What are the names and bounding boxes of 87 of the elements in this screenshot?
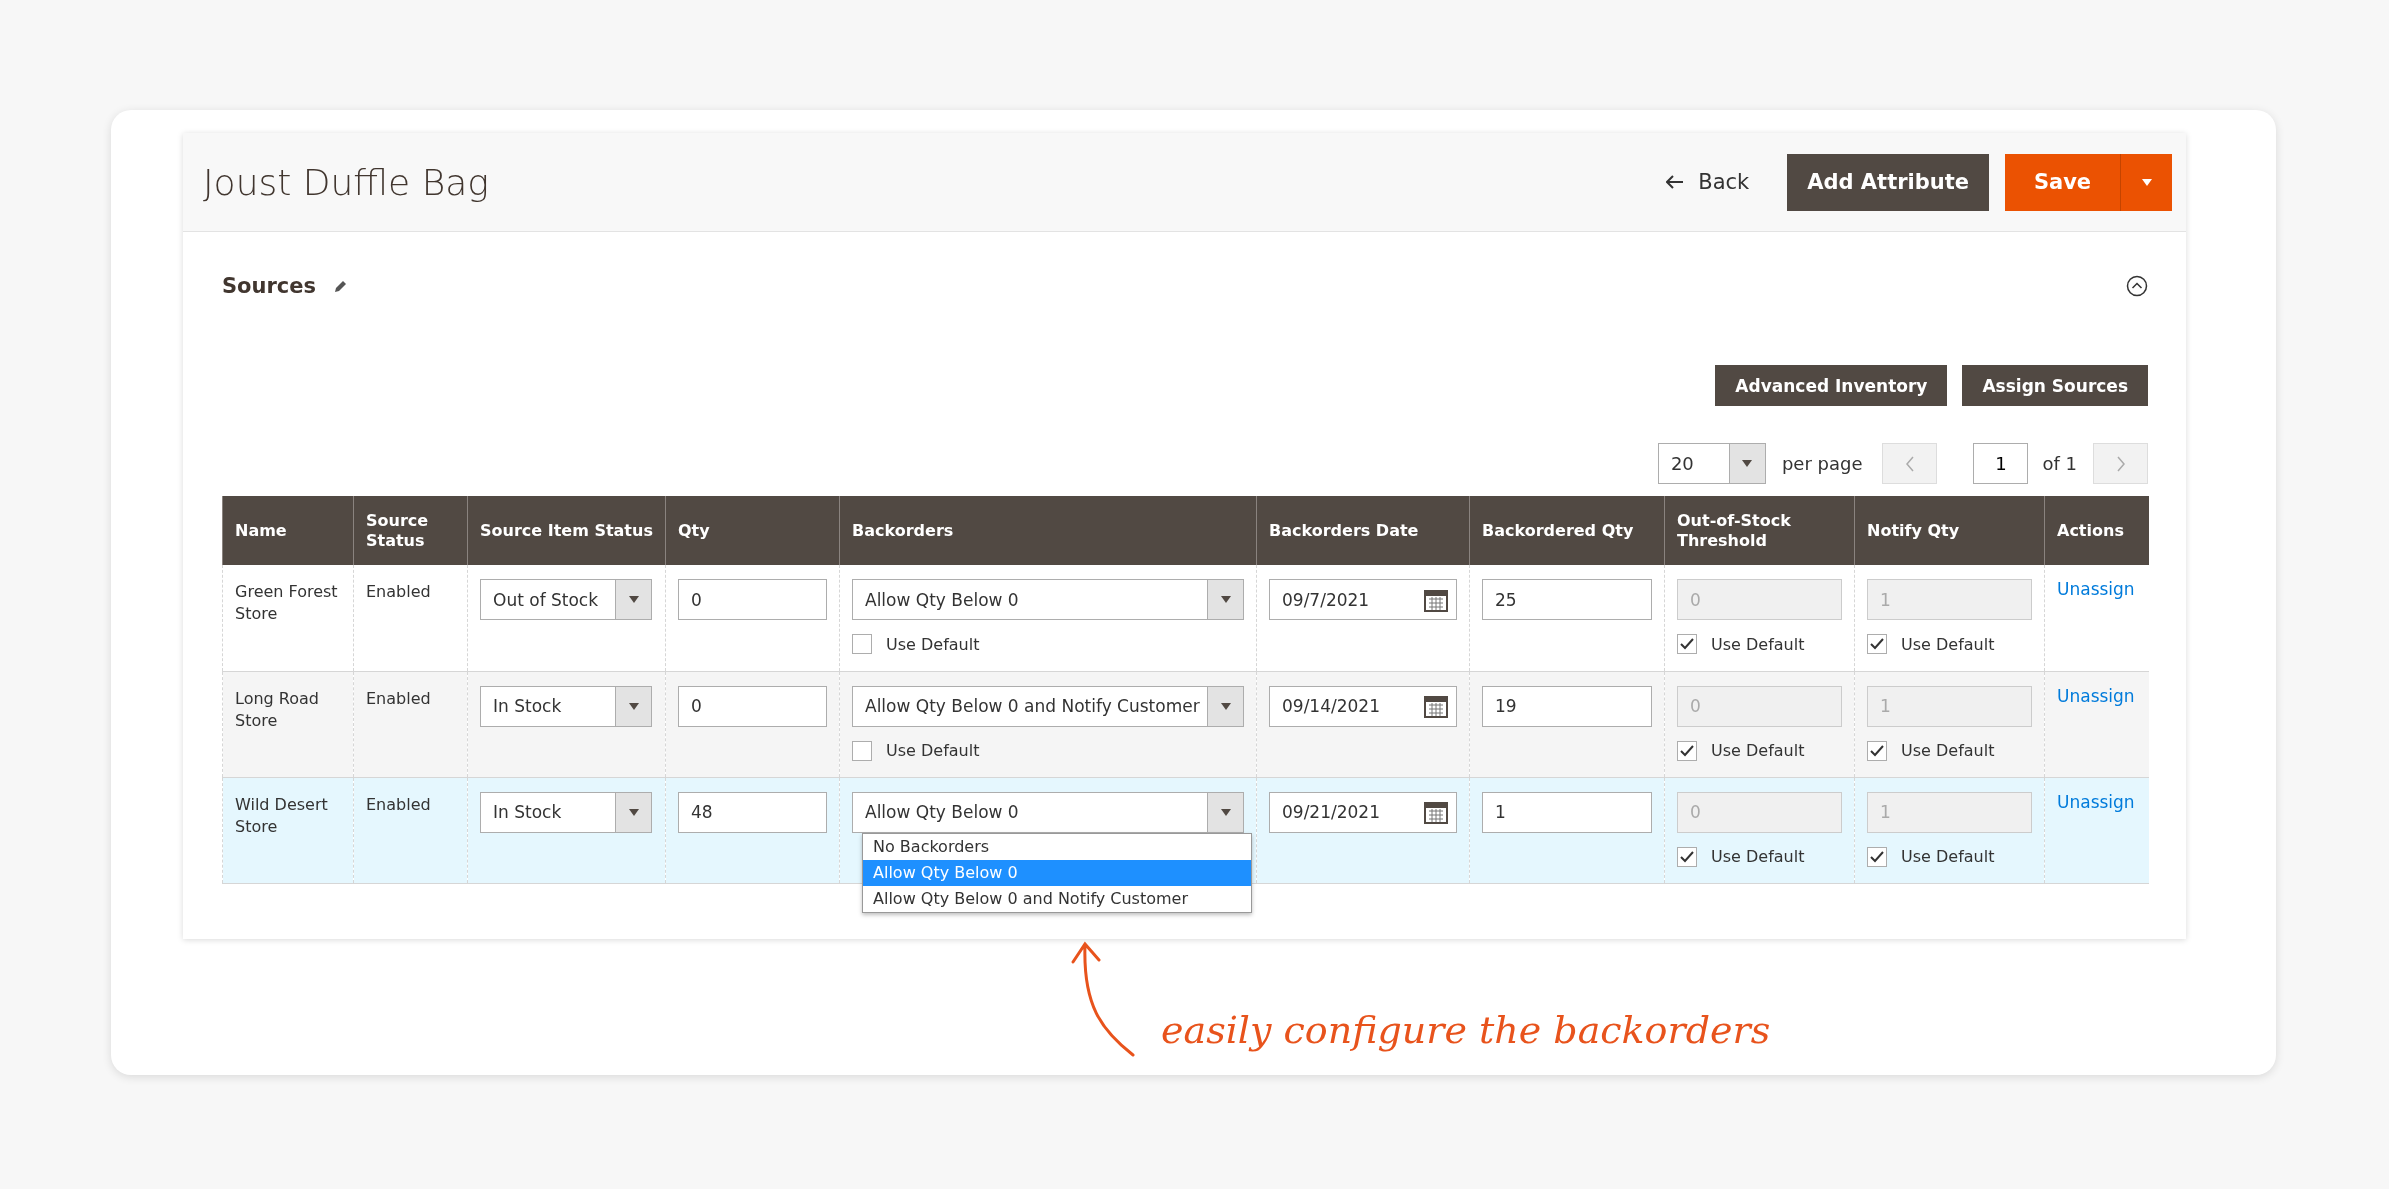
backorders-select[interactable]: Allow Qty Below 0 bbox=[852, 791, 1244, 833]
add-attribute-button[interactable]: Add Attribute bbox=[1787, 153, 1989, 211]
page-count: of 1 bbox=[2042, 453, 2077, 474]
column-header: Out-of-Stock Threshold bbox=[1664, 496, 1855, 565]
section-button[interactable]: Advanced Inventory bbox=[1715, 365, 1948, 406]
caret-icon bbox=[2141, 178, 2152, 186]
use-default-label: Use Default bbox=[1901, 741, 1995, 760]
source-status: Enabled bbox=[366, 581, 432, 603]
column-header: Name bbox=[222, 496, 354, 565]
checkbox[interactable] bbox=[852, 634, 872, 654]
caret-icon bbox=[628, 808, 639, 816]
arrow-left-icon bbox=[1666, 175, 1685, 189]
backorders-select[interactable]: Allow Qty Below 0 and Notify Customer bbox=[852, 685, 1244, 727]
item-status-select[interactable]: Out of Stock bbox=[480, 579, 652, 620]
use-default-label: Use Default bbox=[1901, 847, 1995, 866]
column-header: Qty bbox=[665, 496, 840, 565]
unassign-link[interactable]: Unassign bbox=[2057, 685, 2135, 706]
caret-icon bbox=[1220, 808, 1231, 816]
qty-input[interactable]: 48 bbox=[678, 791, 827, 833]
unassign-link[interactable]: Unassign bbox=[2057, 791, 2135, 812]
column-header: Backorders Date bbox=[1256, 496, 1470, 565]
section-title: Sources bbox=[222, 273, 317, 298]
checkbox[interactable] bbox=[1677, 740, 1697, 761]
column-header: Source Item Status bbox=[467, 496, 666, 565]
backordered-qty-input[interactable]: 1 bbox=[1482, 791, 1652, 833]
backordered-qty-input[interactable]: 25 bbox=[1482, 579, 1652, 620]
checkbox[interactable] bbox=[1867, 846, 1887, 867]
date-field[interactable]: 09/14/2021 bbox=[1269, 685, 1457, 727]
per-page-label: per page bbox=[1781, 453, 1863, 474]
dropdown-option[interactable]: No Backorders bbox=[863, 833, 1251, 860]
checkbox[interactable] bbox=[1867, 740, 1887, 761]
source-name: Wild Desert Store bbox=[235, 793, 329, 838]
checkbox[interactable] bbox=[852, 740, 872, 761]
item-status-select[interactable]: In Stock bbox=[480, 685, 652, 727]
section-button[interactable]: Assign Sources bbox=[1962, 365, 2148, 406]
page-title: Joust Duffle Bag bbox=[203, 161, 490, 203]
use-default-label: Use Default bbox=[1711, 634, 1805, 654]
calendar-icon[interactable] bbox=[1424, 800, 1448, 824]
item-status-select[interactable]: In Stock bbox=[480, 791, 652, 833]
checkbox[interactable] bbox=[1677, 846, 1697, 867]
pencil-icon[interactable] bbox=[334, 278, 349, 293]
column-header: Backorders bbox=[839, 496, 1257, 565]
caret-icon bbox=[1742, 460, 1753, 467]
qty-input[interactable]: 0 bbox=[678, 579, 827, 620]
calendar-icon[interactable] bbox=[1424, 694, 1448, 718]
checkbox[interactable] bbox=[1867, 634, 1887, 654]
page-input[interactable]: 1 bbox=[1973, 443, 2029, 484]
caret-icon bbox=[1220, 596, 1231, 603]
save-options-button[interactable] bbox=[2120, 153, 2172, 211]
use-default-label: Use Default bbox=[1711, 847, 1805, 866]
source-name: Green Forest Store bbox=[235, 581, 339, 626]
source-name: Long Road Store bbox=[235, 687, 320, 732]
backorders-select[interactable]: Allow Qty Below 0 bbox=[852, 579, 1244, 620]
save-button[interactable]: Save bbox=[2005, 153, 2120, 211]
use-default-label: Use Default bbox=[886, 741, 980, 760]
column-header: Source Status bbox=[353, 496, 468, 565]
per-page-select[interactable]: 20 bbox=[1657, 443, 1766, 484]
check-icon bbox=[1680, 638, 1694, 650]
unassign-link[interactable]: Unassign bbox=[2057, 579, 2135, 599]
checkbox[interactable] bbox=[1677, 634, 1697, 654]
use-default-label: Use Default bbox=[1901, 634, 1995, 654]
backordered-qty-input[interactable]: 19 bbox=[1482, 685, 1652, 727]
calendar-icon[interactable] bbox=[1424, 587, 1448, 612]
chevron-left-icon bbox=[1904, 455, 1915, 472]
check-icon bbox=[1870, 850, 1884, 863]
source-status: Enabled bbox=[366, 687, 432, 710]
source-status: Enabled bbox=[366, 793, 432, 816]
collapse-icon[interactable] bbox=[2126, 274, 2148, 297]
caret-icon bbox=[628, 596, 639, 603]
qty-input[interactable]: 0 bbox=[678, 685, 827, 727]
check-icon bbox=[1680, 744, 1694, 757]
check-icon bbox=[1680, 850, 1694, 863]
caret-icon bbox=[628, 702, 639, 710]
caret-icon bbox=[1220, 702, 1231, 710]
date-field[interactable]: 09/21/2021 bbox=[1269, 791, 1457, 833]
use-default-label: Use Default bbox=[1711, 741, 1805, 760]
annotation-text: easily configure the backorders bbox=[1161, 1008, 1771, 1054]
column-header: Notify Qty bbox=[1854, 496, 2045, 565]
column-header: Backordered Qty bbox=[1469, 496, 1665, 565]
chevron-right-icon bbox=[2115, 455, 2126, 472]
check-icon bbox=[1870, 638, 1884, 650]
use-default-label: Use Default bbox=[886, 634, 980, 654]
back-link[interactable]: Back bbox=[1666, 170, 1750, 194]
dropdown-option[interactable]: Allow Qty Below 0 and Notify Customer bbox=[863, 885, 1251, 912]
check-icon bbox=[1870, 744, 1884, 757]
column-header: Actions bbox=[2044, 496, 2149, 565]
date-field[interactable]: 09/7/2021 bbox=[1269, 579, 1457, 620]
